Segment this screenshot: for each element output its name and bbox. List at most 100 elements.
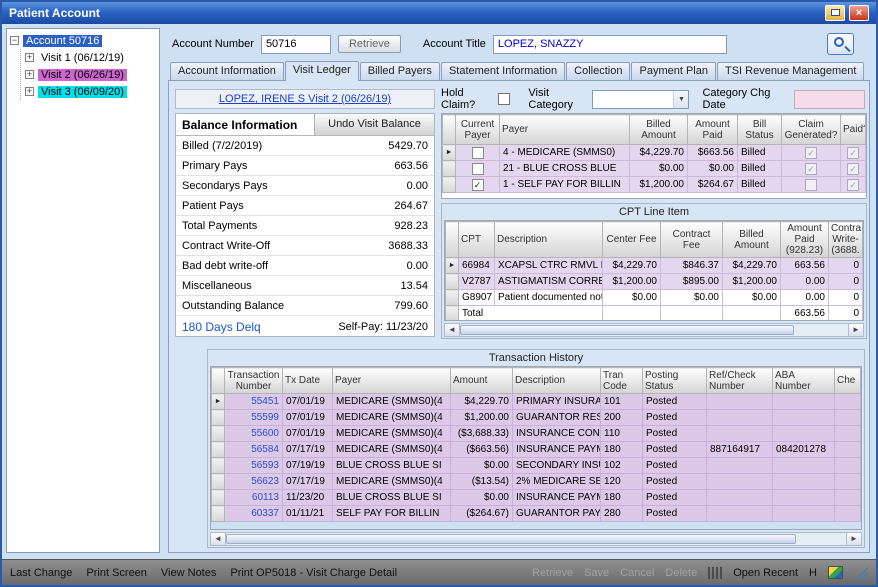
col-description[interactable]: Description [495,222,603,258]
transaction-horizontal-scrollbar[interactable]: ◄ ► [210,532,862,546]
transaction-number[interactable]: 60337 [225,506,283,522]
expand-icon[interactable]: + [25,53,34,62]
transaction-row[interactable]: 60337 01/11/21 SELF PAY FOR BILLIN ($264… [212,506,861,522]
scrollbar-thumb[interactable] [460,325,794,335]
tree-node-visit2[interactable]: + Visit 2 (06/26/19) [25,66,159,83]
title-bar[interactable]: Patient Account × [2,2,876,24]
payer-row[interactable]: ► 4 - MEDICARE (SMMS0) $4,229.70 $663.56… [443,145,866,161]
col-claim-generated[interactable]: Claim Generated? [782,115,841,145]
col-cpt[interactable]: CPT [459,222,495,258]
expand-icon[interactable]: + [25,87,34,96]
col-billed-amount[interactable]: Billed Amount [723,222,781,258]
col-amount-paid[interactable]: Amount Paid (928.23) [781,222,829,258]
undo-visit-balance-button[interactable]: Undo Visit Balance [314,114,434,135]
patient-visit-link[interactable]: LOPEZ, IRENE S Visit 2 (06/26/19) [219,93,391,105]
tree-visit1-label[interactable]: Visit 1 (06/12/19) [38,52,127,64]
status-retrieve-button[interactable]: Retrieve [532,567,573,579]
col-center-fee[interactable]: Center Fee [603,222,661,258]
cpt-horizontal-scrollbar[interactable]: ◄ ► [444,323,864,337]
col-tran-code[interactable]: Tran Code [601,368,643,394]
scroll-left-icon[interactable]: ◄ [211,533,226,545]
transaction-row[interactable]: 56623 07/17/19 MEDICARE (SMMS0)(4 ($13.5… [212,474,861,490]
col-transaction-number[interactable]: Transaction Number [225,368,283,394]
chevron-down-icon[interactable]: ▼ [673,91,688,108]
resize-grip-icon[interactable] [854,566,868,580]
transaction-number[interactable]: 56623 [225,474,283,490]
cpt-row[interactable]: G8907 Patient documented not t $0.00 $0.… [446,290,863,306]
scroll-right-icon[interactable]: ► [848,324,863,336]
scroll-left-icon[interactable]: ◄ [445,324,460,336]
account-number-input[interactable]: 50716 [261,35,331,54]
tab-collection[interactable]: Collection [566,62,630,80]
col-payer[interactable]: Payer [500,115,630,145]
expand-icon[interactable]: + [25,70,34,79]
current-payer-checkbox[interactable]: ✓ [472,179,484,191]
payer-row[interactable]: 21 - BLUE CROSS BLUE $0.00 $0.00 Billed … [443,161,866,177]
transaction-number[interactable]: 56584 [225,442,283,458]
col-billed-amount[interactable]: Billed Amount [630,115,688,145]
transaction-number[interactable]: 60113 [225,490,283,506]
col-posting-status[interactable]: Posting Status [643,368,707,394]
transaction-number[interactable]: 56593 [225,458,283,474]
tree-visit3-label[interactable]: Visit 3 (06/09/20) [38,86,127,98]
cpt-row[interactable]: V2787 ASTIGMATISM CORREC $1,200.00 $895.… [446,274,863,290]
help-label[interactable]: H [809,567,817,579]
col-paid[interactable]: Paid? [841,115,866,145]
transaction-row[interactable]: ► 55451 07/01/19 MEDICARE (SMMS0)(4 $4,2… [212,394,861,410]
payer-row[interactable]: ✓ 1 - SELF PAY FOR BILLIN $1,200.00 $264… [443,177,866,193]
search-button[interactable] [827,33,854,55]
col-payer[interactable]: Payer [333,368,451,394]
close-icon[interactable]: × [849,5,869,21]
status-print-screen[interactable]: Print Screen [86,567,147,579]
scrollbar-thumb[interactable] [226,534,796,544]
status-last-change[interactable]: Last Change [10,567,72,579]
tab-billed-payers[interactable]: Billed Payers [360,62,440,80]
tree-node-account[interactable]: − Account 50716 [10,32,159,49]
tree-account-label[interactable]: Account 50716 [23,35,102,47]
tab-visit-ledger[interactable]: Visit Ledger [285,61,359,81]
col-bill-status[interactable]: Bill Status [738,115,782,145]
status-print-op5018[interactable]: Print OP5018 - Visit Charge Detail [230,567,397,579]
col-aba-number[interactable]: ABA Number [773,368,835,394]
tab-tsi-revenue-management[interactable]: TSI Revenue Management [717,62,864,80]
cpt-row[interactable]: ► 66984 XCAPSL CTRC RMVL IN $4,229.70 $8… [446,258,863,274]
current-payer-checkbox[interactable] [472,147,484,159]
tree-visit2-label[interactable]: Visit 2 (06/26/19) [38,69,127,81]
tab-account-information[interactable]: Account Information [170,62,284,80]
tree-node-visit1[interactable]: + Visit 1 (06/12/19) [25,49,159,66]
col-description[interactable]: Description [513,368,601,394]
transaction-row[interactable]: 60113 11/23/20 BLUE CROSS BLUE SI $0.00 … [212,490,861,506]
collapse-icon[interactable]: − [10,36,19,45]
transaction-row[interactable]: 56593 07/19/19 BLUE CROSS BLUE SI $0.00 … [212,458,861,474]
restore-window-icon[interactable] [825,5,845,21]
status-view-notes[interactable]: View Notes [161,567,216,579]
current-payer-checkbox[interactable] [472,163,484,175]
col-check[interactable]: Che [835,368,861,394]
col-tx-date[interactable]: Tx Date [283,368,333,394]
tab-statement-information[interactable]: Statement Information [441,62,565,80]
open-recent-button[interactable]: Open Recent [733,567,798,579]
visit-category-select[interactable]: ▼ [592,90,689,109]
transaction-row[interactable]: 55600 07/01/19 MEDICARE (SMMS0)(4 ($3,68… [212,426,861,442]
col-contract-writeoff[interactable]: Contra Write- (3688. [829,222,863,258]
retrieve-button[interactable]: Retrieve [338,35,401,53]
col-amount[interactable]: Amount [451,368,513,394]
status-delete-button[interactable]: Delete [665,567,697,579]
transaction-row[interactable]: 56584 07/17/19 MEDICARE (SMMS0)(4 ($663.… [212,442,861,458]
tree-node-visit3[interactable]: + Visit 3 (06/09/20) [25,83,159,100]
tab-payment-plan[interactable]: Payment Plan [631,62,715,80]
hold-claim-checkbox[interactable] [498,93,510,105]
col-current-payer[interactable]: Current Payer [456,115,500,145]
status-save-button[interactable]: Save [584,567,609,579]
transaction-number[interactable]: 55600 [225,426,283,442]
col-amount-paid[interactable]: Amount Paid [688,115,738,145]
transaction-row[interactable]: 55599 07/01/19 MEDICARE (SMMS0)(4 $1,200… [212,410,861,426]
category-chg-date-input[interactable] [794,90,865,109]
app-chart-icon[interactable] [828,566,843,579]
col-contract-fee[interactable]: Contract Fee [661,222,723,258]
transaction-number[interactable]: 55599 [225,410,283,426]
transaction-number[interactable]: 55451 [225,394,283,410]
status-cancel-button[interactable]: Cancel [620,567,654,579]
col-ref-check-number[interactable]: Ref/Check Number [707,368,773,394]
account-title-input[interactable]: LOPEZ, SNAZZY [493,35,727,54]
